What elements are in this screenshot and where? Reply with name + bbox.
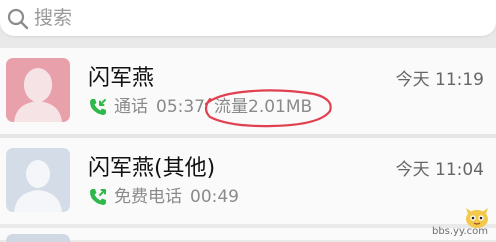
incoming-call-icon — [90, 99, 106, 115]
call-detail: 免费电话 00:49 — [114, 185, 247, 209]
red-circle-mark — [204, 89, 332, 128]
call-type: 免费电话 — [114, 187, 182, 207]
call-log-row[interactable]: 闪军燕(其他) 今天 11:04 免费电话 00:49 — [0, 138, 496, 224]
outgoing-call-icon — [90, 189, 106, 205]
call-time: 今天 11:04 — [395, 160, 484, 180]
search-placeholder: 搜索 — [34, 7, 73, 29]
search-bar[interactable]: 搜索 — [0, 0, 496, 36]
avatar-default[interactable] — [6, 148, 70, 212]
contact-name: 闪军燕(其他) — [88, 156, 216, 181]
call-time: 今天 11:19 — [395, 70, 484, 90]
call-duration: 00:49 — [190, 187, 239, 207]
search-icon — [7, 8, 29, 30]
call-log-row[interactable]: 闪军燕 今天 11:19 通话 05:37 流量2.01MB — [0, 48, 496, 138]
watermark-text: bbs.yy.com — [431, 226, 488, 237]
next-row-peek — [0, 228, 496, 240]
avatar-female[interactable] — [6, 58, 70, 122]
contact-name: 闪军燕 — [88, 66, 155, 91]
next-avatar-peek — [6, 234, 70, 242]
call-type: 通话 — [114, 97, 148, 117]
